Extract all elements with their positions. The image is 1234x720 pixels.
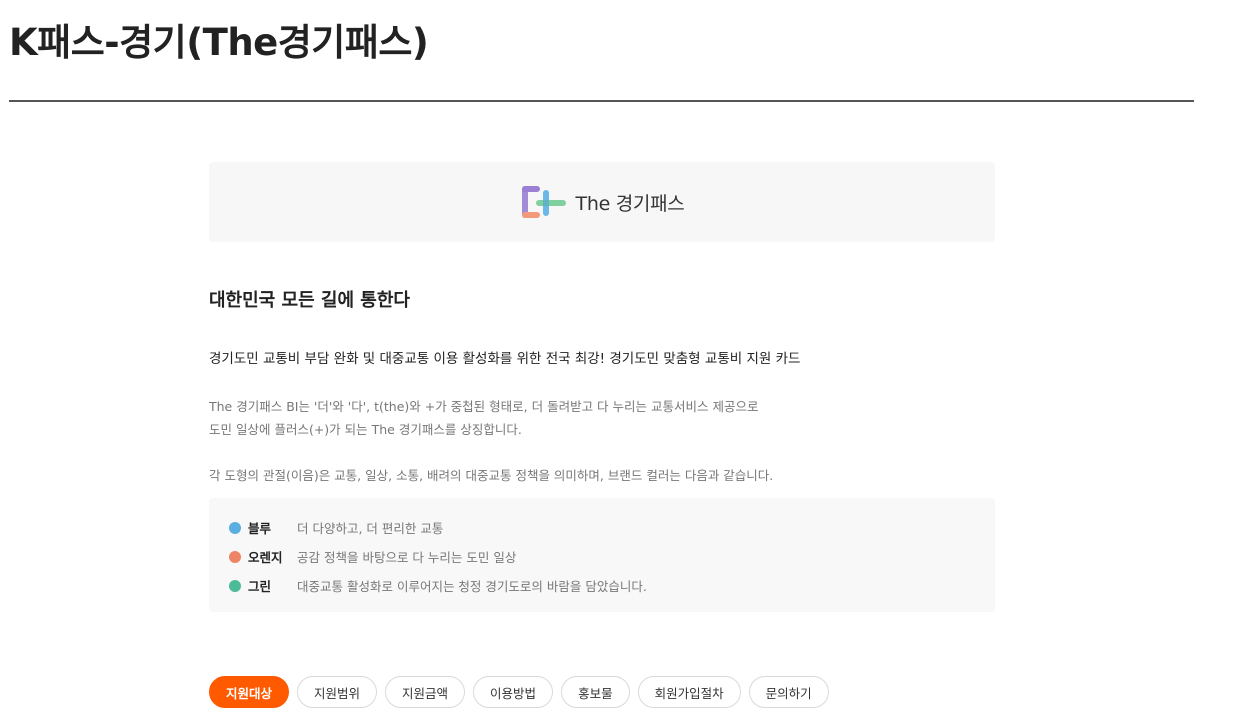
brand-color-item-blue: 블루 더 다양하고, 더 편리한 교통: [229, 518, 443, 537]
orange-dot-icon: [229, 550, 241, 563]
logo-text: The 경기패스: [575, 192, 685, 215]
color-desc: 더 다양하고, 더 편리한 교통: [297, 521, 444, 536]
tab-how-to-use[interactable]: 이용방법: [473, 676, 554, 708]
tab-support-amount[interactable]: 지원금액: [385, 676, 466, 708]
intro-lead: 경기도민 교통비 부담 완화 및 대중교통 이용 활성화를 위한 전국 최강! …: [209, 351, 801, 367]
color-name: 그린: [248, 579, 272, 594]
tab-signup-process[interactable]: 회원가입절차: [637, 676, 741, 708]
brand-logo: The 경기패스: [520, 184, 685, 220]
blue-dot-icon: [229, 521, 241, 534]
color-desc: 공감 정책을 바탕으로 다 누리는 도민 일상: [297, 550, 517, 565]
page-title: K패스-경기(The경기패스): [9, 21, 429, 64]
green-dot-icon: [229, 579, 241, 592]
bi-description: The 경기패스 BI는 '더'와 '다', t(the)와 +가 중첩된 형태…: [209, 395, 758, 441]
tab-support-scope[interactable]: 지원범위: [297, 676, 378, 708]
the-gyeonggi-pass-logo-icon: [521, 186, 566, 218]
brand-color-item-green: 그린 대중교통 활성화로 이루어지는 청정 경기도로의 바람을 담았습니다.: [229, 576, 647, 595]
brand-color-item-orange: 오렌지 공감 정책을 바탕으로 다 누리는 도민 일상: [229, 547, 516, 566]
intro-headline: 대한민국 모든 길에 통한다: [209, 290, 410, 311]
color-name: 오렌지: [248, 550, 283, 565]
title-divider: [9, 100, 1194, 102]
logo-banner: The 경기패스: [209, 162, 995, 242]
bi-description-line: 도민 일상에 플러스(+)가 되는 The 경기패스를 상징합니다.: [209, 422, 522, 437]
brand-color-list: 블루 더 다양하고, 더 편리한 교통 오렌지 공감 정책을 바탕으로 다 누리…: [209, 498, 995, 612]
color-name: 블루: [248, 521, 272, 536]
brand-color-intro: 각 도형의 관절(이음)은 교통, 일상, 소통, 배려의 대중교통 정책을 의…: [209, 468, 774, 483]
color-desc: 대중교통 활성화로 이루어지는 청정 경기도로의 바람을 담았습니다.: [297, 579, 647, 594]
tab-inquiry[interactable]: 문의하기: [748, 676, 829, 708]
bi-description-line: The 경기패스 BI는 '더'와 '다', t(the)와 +가 중첩된 형태…: [209, 399, 759, 414]
section-tabs: 지원대상 지원범위 지원금액 이용방법 홍보물 회원가입절차 문의하기: [209, 676, 829, 708]
tab-promotion[interactable]: 홍보물: [561, 676, 630, 708]
tab-support-target[interactable]: 지원대상: [209, 676, 290, 708]
main-content: The 경기패스 대한민국 모든 길에 통한다 경기도민 교통비 부담 완화 및…: [209, 162, 995, 612]
